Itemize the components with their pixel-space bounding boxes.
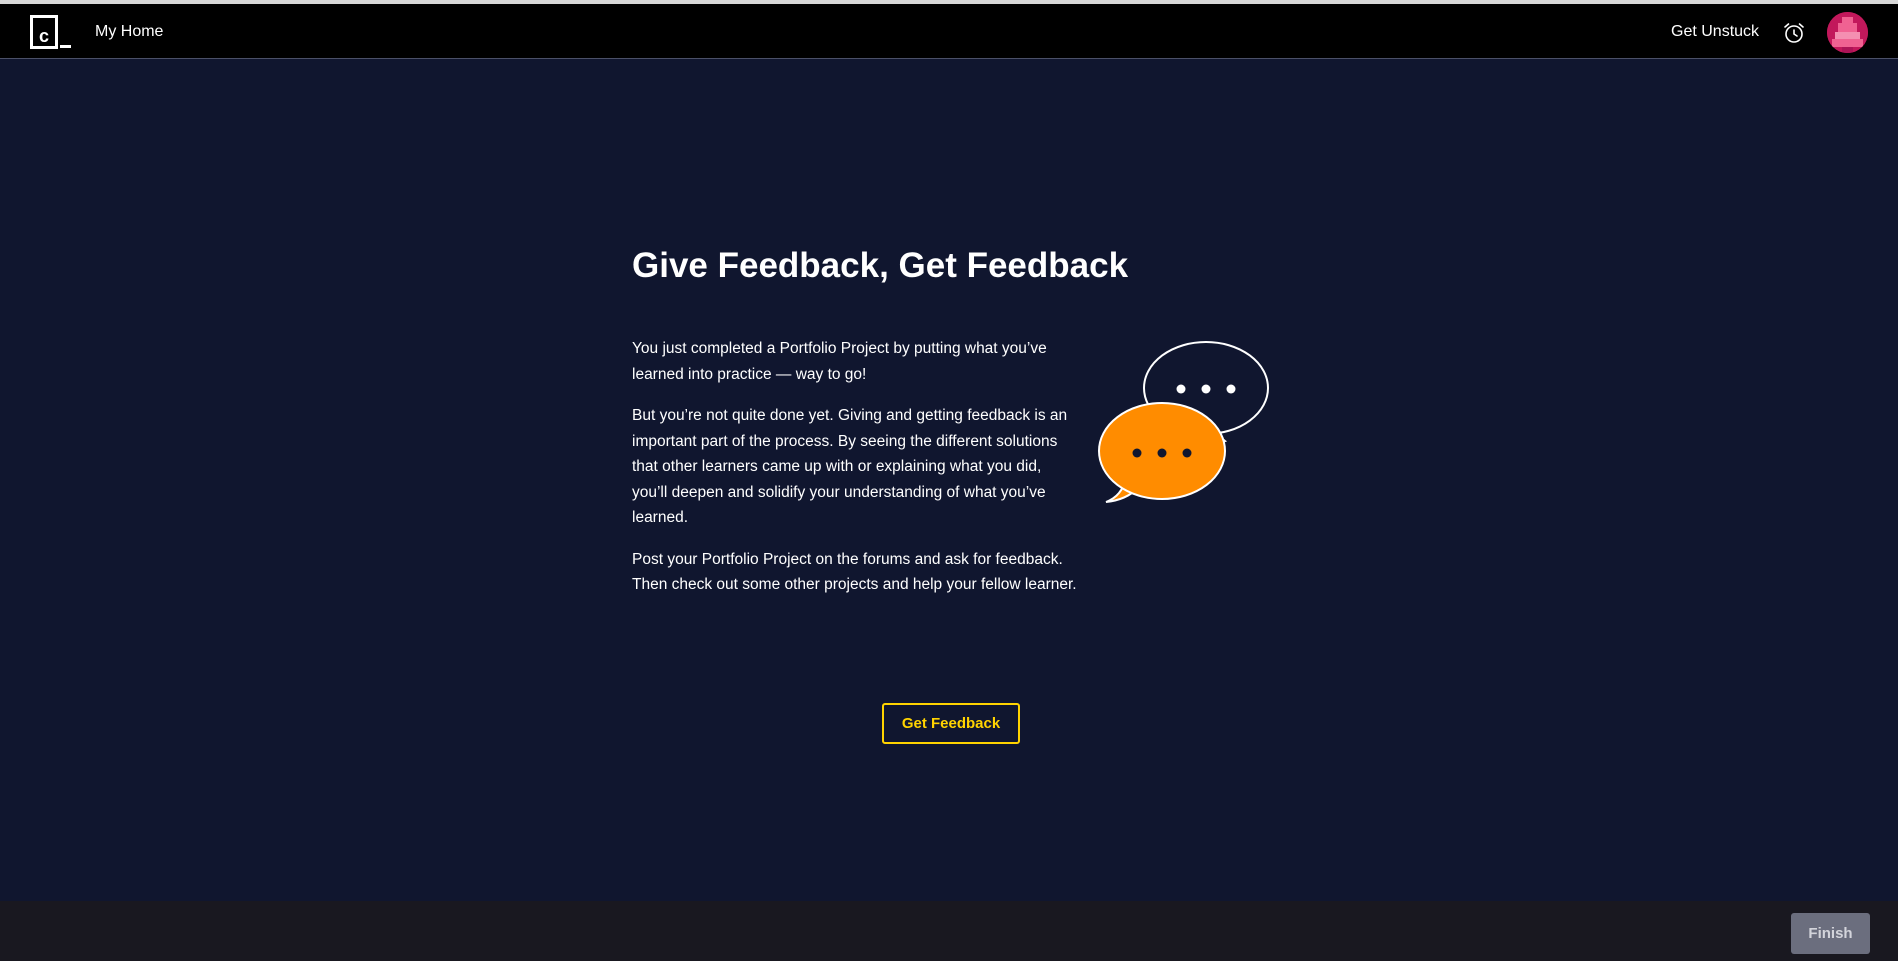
codecademy-logo-icon[interactable]: c: [30, 15, 72, 51]
intro-paragraph: But you’re not quite done yet. Giving an…: [632, 407, 1068, 526]
get-feedback-button[interactable]: Get Feedback: [882, 703, 1020, 744]
bottom-bar: [0, 901, 1898, 961]
intro-paragraph: Post your Portfolio Project on the forum…: [632, 550, 1077, 594]
nav-get-unstuck-link[interactable]: Get Unstuck: [1671, 22, 1759, 42]
svg-text:c: c: [39, 26, 49, 46]
intro-text: You just completed a Portfolio Project b…: [632, 336, 1078, 614]
page-title: Give Feedback, Get Feedback: [632, 246, 1129, 285]
alarm-clock-icon[interactable]: [1782, 21, 1806, 45]
nav-my-home-link[interactable]: My Home: [95, 22, 163, 42]
top-navbar: c My Home Get Unstuck: [0, 4, 1898, 59]
user-avatar[interactable]: [1827, 12, 1868, 53]
pixel-avatar-icon: [1827, 12, 1868, 53]
finish-button[interactable]: Finish: [1791, 913, 1870, 954]
chat-bubbles-icon: [1098, 338, 1274, 506]
intro-paragraph: You just completed a Portfolio Project b…: [632, 340, 1047, 383]
